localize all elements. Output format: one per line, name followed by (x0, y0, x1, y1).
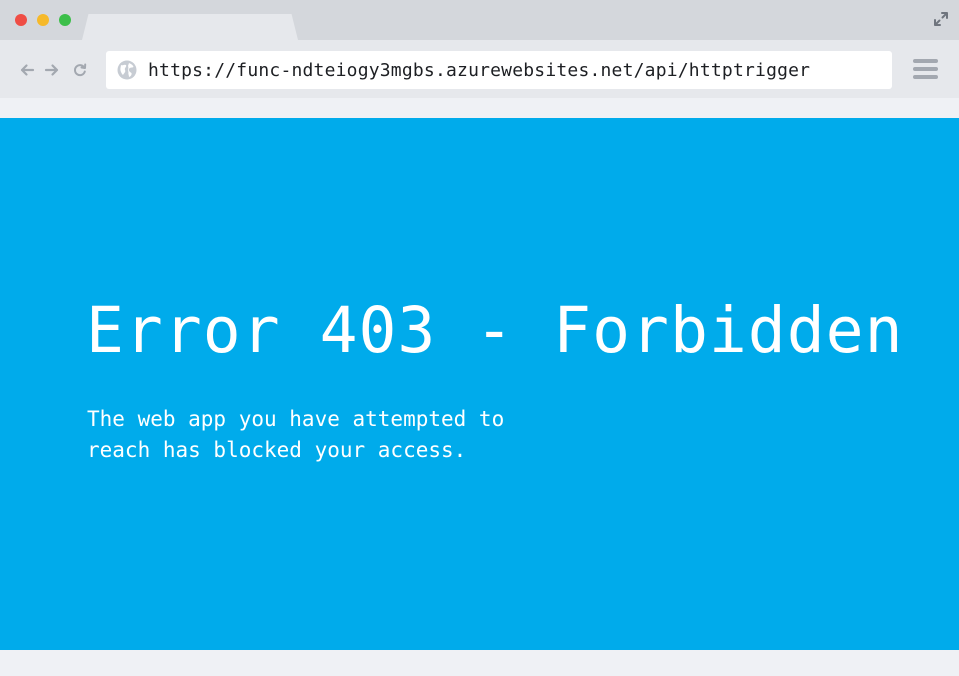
expand-icon[interactable] (933, 11, 949, 27)
hamburger-menu-icon[interactable] (913, 59, 938, 81)
url-text[interactable]: https://func-ndteiogy3mgbs.azurewebsites… (148, 60, 810, 81)
browser-tab[interactable] (82, 14, 298, 40)
browser-window: https://func-ndteiogy3mgbs.azurewebsites… (0, 0, 959, 676)
close-window-button[interactable] (15, 14, 27, 26)
error-title: Error 403 - Forbidden (86, 294, 904, 367)
reload-icon[interactable] (72, 62, 88, 78)
page-content: Error 403 - Forbidden The web app you ha… (0, 118, 959, 650)
toolbar-separator (0, 98, 959, 118)
address-bar[interactable]: https://func-ndteiogy3mgbs.azurewebsites… (106, 51, 892, 89)
arrow-right-icon[interactable] (44, 62, 60, 78)
page-footer (0, 650, 959, 676)
maximize-window-button[interactable] (59, 14, 71, 26)
minimize-window-button[interactable] (37, 14, 49, 26)
browser-toolbar: https://func-ndteiogy3mgbs.azurewebsites… (0, 40, 959, 98)
arrow-left-icon[interactable] (19, 62, 35, 78)
title-bar (0, 0, 959, 40)
error-message: The web app you have attempted to reach … (87, 407, 505, 462)
globe-icon (117, 60, 137, 80)
